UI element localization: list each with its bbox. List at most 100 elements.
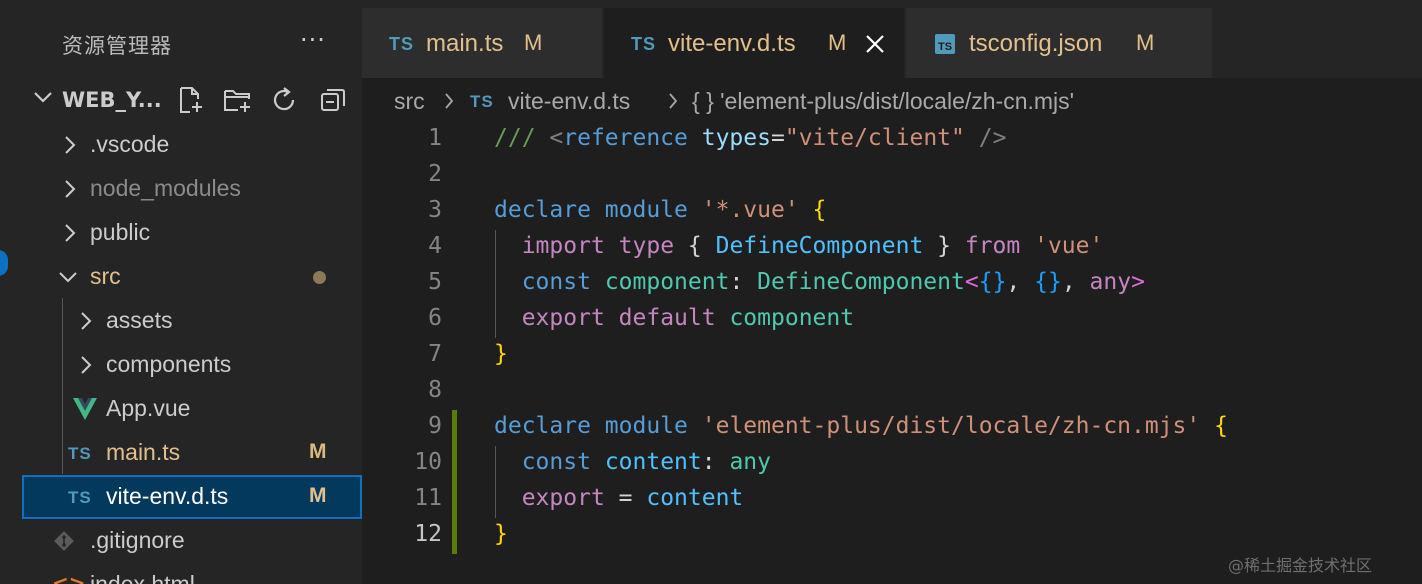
tree-item-assets[interactable]: assets [22,299,362,343]
code-text: /// <reference types="vite/client" /> [494,125,1007,151]
code-line: 7 } [362,338,1422,374]
chevron-right-icon [65,224,76,242]
code-text: } [494,521,508,547]
ts-file-icon: TS [631,34,657,54]
code-text: export default component [521,305,855,331]
line-number: 6 [428,305,442,331]
ts-file-icon: TS [68,488,92,507]
tree-item-app-vue[interactable]: App.vue [22,387,362,431]
svg-text:TS: TS [938,41,952,53]
ts-file-icon: TS [389,34,415,54]
tab-main-ts[interactable]: TS main.ts M [362,8,602,78]
tab-label: main.ts [426,30,504,57]
ts-file-icon: TS [470,92,494,111]
line-number: 11 [414,485,442,511]
tab-vite-env[interactable]: TS vite-env.d.ts M [604,8,904,78]
tab-label: tsconfig.json [969,30,1103,57]
tree-item-gitignore[interactable]: .gitignore [22,519,362,563]
tab-status: M [524,30,543,55]
chevron-right-icon [65,180,76,198]
code-line: 2 [362,158,1422,194]
tree-item-components[interactable]: components [22,343,362,387]
code-text: export = content [521,485,744,511]
collapse-all-icon[interactable] [318,85,348,115]
tree-item-label: assets [106,307,173,333]
code-line: 4 import type { DefineComponent } from '… [362,230,1422,266]
chevron-down-icon [59,272,77,283]
breadcrumb-symbol[interactable]: { } 'element-plus/dist/locale/zh-cn.mjs' [692,88,1074,115]
line-number: 2 [428,161,442,187]
html-file-icon: <> [52,571,86,584]
code-text: } [494,341,508,367]
chevron-right-icon [81,312,92,330]
tree-item-node-modules[interactable]: node_modules [22,167,362,211]
tree-item-label: vite-env.d.ts [106,483,229,509]
breadcrumb-folder[interactable]: src [394,88,425,115]
code-line: 3 declare module '*.vue' { [362,194,1422,230]
tree-item-label: components [106,351,232,377]
tree-item-vite-env[interactable]: TS vite-env.d.ts M [22,475,362,519]
code-line: 5 const component: DefineComponent<{}, {… [362,266,1422,302]
explorer-header: 资源管理器 ··· [0,8,362,78]
git-status-badge: M [309,440,327,463]
tree-item-label: .gitignore [90,527,185,553]
workspace-folder-name: WEB_Y... [62,88,162,112]
chevron-right-icon [445,93,454,109]
more-actions-icon[interactable]: ··· [300,26,326,54]
explorer-sidebar: 资源管理器 ··· WEB_Y... .vscode node_modules … [0,0,362,584]
workspace-folder-header[interactable]: WEB_Y... [22,78,362,122]
code-text: declare module 'element-plus/dist/locale… [494,413,1228,439]
tree-item-label: main.ts [106,439,181,465]
tree-item-label: src [90,263,121,289]
refresh-icon[interactable] [270,85,300,115]
code-line: 8 [362,374,1422,410]
tab-status: M [1136,30,1155,55]
code-text: declare module '*.vue' { [494,197,827,223]
code-line: 9 declare module 'element-plus/dist/loca… [362,410,1422,446]
breadcrumb: src TS vite-env.d.ts { } 'element-plus/d… [362,78,1422,122]
tree-item-vscode[interactable]: .vscode [22,123,362,167]
tree-item-index-html[interactable]: <> index.html [22,563,362,584]
tree-item-src[interactable]: src [22,255,362,299]
tree-item-label: index.html [90,571,195,584]
tree-item-main-ts[interactable]: TS main.ts M [22,431,362,475]
tab-status: M [828,30,847,55]
chevron-right-icon [65,136,76,154]
modified-dot-icon [313,271,326,284]
close-tab-icon[interactable] [864,33,886,55]
activity-badge [0,250,8,276]
line-number: 12 [414,521,442,547]
code-editor[interactable]: 1 /// <reference types="vite/client" /> … [362,122,1422,584]
breadcrumb-file[interactable]: vite-env.d.ts [508,88,630,115]
code-text: const component: DefineComponent<{}, {},… [521,269,1145,295]
tree-item-public[interactable]: public [22,211,362,255]
vue-file-icon [73,398,97,420]
line-number: 1 [428,125,442,151]
code-line: 10 const content: any [362,446,1422,482]
editor-tab-bar: TS main.ts M TS vite-env.d.ts M tsconfig… [362,0,1422,78]
ts-file-icon: TS [68,444,92,463]
line-number: 7 [428,341,442,367]
code-text: const content: any [521,449,771,475]
code-line: 12 } [362,518,1422,554]
line-number: 8 [428,377,442,403]
new-folder-icon[interactable] [222,85,252,115]
chevron-down-icon [34,92,52,103]
git-status-badge: M [309,484,327,507]
chevron-right-icon [669,93,678,109]
code-text: import type { DefineComponent } from 'vu… [521,233,1104,259]
line-number: 3 [428,197,442,223]
chevron-right-icon [81,356,92,374]
git-file-icon [54,531,74,551]
tree-item-label: node_modules [90,175,241,201]
tree-item-label: .vscode [90,131,170,157]
line-number: 9 [428,413,442,439]
line-number: 10 [414,449,442,475]
line-number: 5 [428,269,442,295]
tree-item-label: public [90,219,151,245]
explorer-title: 资源管理器 [62,34,172,58]
tab-label: vite-env.d.ts [668,30,796,57]
new-file-icon[interactable] [175,85,205,115]
tree-item-label: App.vue [106,395,191,421]
code-line: 6 export default component [362,302,1422,338]
